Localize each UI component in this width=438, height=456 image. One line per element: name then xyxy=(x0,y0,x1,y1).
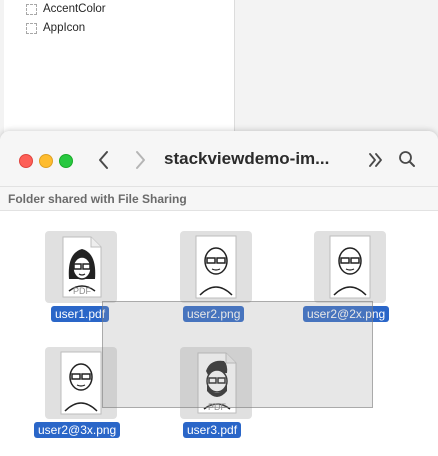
file-thumbnail: PDF xyxy=(45,231,117,303)
chevron-left-icon xyxy=(99,151,108,169)
section-header-label: Folder shared with File Sharing xyxy=(8,192,187,206)
zoom-window-button[interactable] xyxy=(59,154,73,168)
asset-list-pane: AccentColor AppIcon xyxy=(4,0,235,140)
search-button[interactable] xyxy=(396,148,418,170)
chevron-right-icon xyxy=(136,151,145,169)
asset-item-label: AppIcon xyxy=(43,22,86,34)
asset-item-accentcolor[interactable]: AccentColor xyxy=(26,0,106,18)
background-window: AccentColor AppIcon xyxy=(0,0,438,140)
section-header: Folder shared with File Sharing xyxy=(0,186,438,211)
window-titlebar: stackviewdemo-im... xyxy=(0,131,438,186)
window-title: stackviewdemo-im... xyxy=(164,149,330,168)
more-toolbar-items-button[interactable] xyxy=(365,149,387,171)
file-name-label: user1.pdf xyxy=(51,306,110,322)
minimize-window-button[interactable] xyxy=(39,154,53,168)
asset-item-appicon[interactable]: AppIcon xyxy=(26,19,85,37)
file-thumbnail xyxy=(180,231,252,303)
close-window-button[interactable] xyxy=(19,154,33,168)
pdf-badge: PDF xyxy=(73,286,92,296)
asset-item-label: AccentColor xyxy=(43,3,106,15)
color-set-icon xyxy=(26,3,37,15)
file-name-label: user3.pdf xyxy=(183,422,242,438)
pdf-document-icon: PDF xyxy=(62,236,102,298)
back-button[interactable] xyxy=(92,147,116,173)
search-icon xyxy=(399,151,415,167)
forward-button[interactable] xyxy=(128,147,152,173)
portrait-image-icon xyxy=(329,235,371,299)
portrait-image-icon xyxy=(195,235,237,299)
file-name-label: user2@3x.png xyxy=(34,422,121,438)
double-chevron-right-icon xyxy=(369,153,382,167)
file-thumbnail xyxy=(314,231,386,303)
drag-selection-rectangle xyxy=(102,301,373,408)
app-icon-set-icon xyxy=(26,22,37,34)
